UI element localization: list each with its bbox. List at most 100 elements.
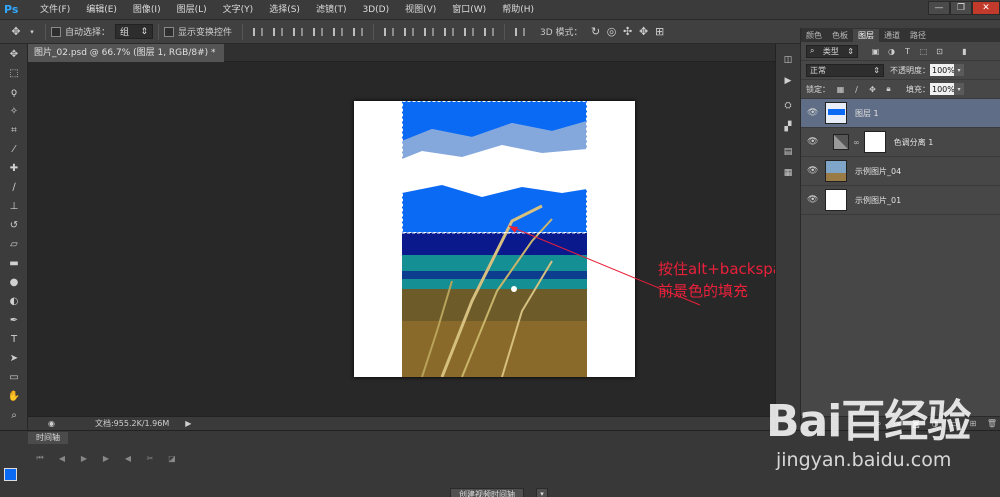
3d-roll-icon[interactable]: ◎ — [604, 24, 620, 40]
visibility-eye-icon[interactable]: 👁︎ — [807, 108, 821, 118]
minimize-button[interactable]: — — [928, 1, 950, 15]
eyedropper-tool-icon[interactable]: ⁄ — [4, 141, 24, 158]
magic-wand-tool-icon[interactable]: ✧ — [4, 103, 24, 120]
distribute-right-icon[interactable] — [482, 25, 496, 39]
zoom-tool-icon[interactable]: ⌕ — [4, 407, 24, 424]
distribute-top-icon[interactable] — [382, 25, 396, 39]
opacity-input[interactable]: 100% — [930, 64, 955, 76]
align-top-icon[interactable] — [251, 25, 265, 39]
auto-select-target-select[interactable]: 组 ⇕ — [115, 24, 154, 39]
layer-name[interactable]: 图层 1 — [855, 108, 879, 119]
create-video-timeline-button[interactable]: 创建视频时间轴 — [450, 488, 524, 497]
play-icon[interactable]: ▶ — [76, 451, 92, 465]
align-bottom-icon[interactable] — [291, 25, 305, 39]
menu-select[interactable]: 选择(S) — [261, 0, 308, 20]
notes-panel-icon[interactable]: ▦ — [780, 165, 796, 180]
status-menu-icon[interactable]: ◉ — [48, 419, 55, 428]
next-frame-icon[interactable]: ▶ — [98, 451, 114, 465]
status-arrow-icon[interactable]: ▶ — [185, 419, 191, 428]
distribute-bottom-icon[interactable] — [422, 25, 436, 39]
layer-row[interactable]: 👁︎ 图层 1 — [801, 99, 1000, 128]
go-to-first-frame-icon[interactable]: ⏮ — [32, 451, 48, 465]
fill-slider-arrow-icon[interactable]: ▾ — [954, 83, 964, 95]
distribute-left-icon[interactable] — [442, 25, 456, 39]
lasso-tool-icon[interactable]: ϙ — [4, 84, 24, 101]
menu-image[interactable]: 图像(I) — [125, 0, 169, 20]
layer-row[interactable]: 👁︎ 示例图片_01 — [801, 186, 1000, 215]
layer-name[interactable]: 示例图片_01 — [855, 195, 901, 206]
crop-tool-icon[interactable]: ⌗ — [4, 122, 24, 139]
menu-view[interactable]: 视图(V) — [397, 0, 444, 20]
move-tool-icon[interactable]: ✥ — [4, 46, 24, 63]
layer-filter-select[interactable]: ⌕ 类型 ⇕ — [806, 44, 858, 58]
3d-rotate-icon[interactable]: ↻ — [588, 24, 604, 40]
blend-mode-select[interactable]: 正常 ⇕ — [806, 63, 884, 77]
history-brush-tool-icon[interactable]: ↺ — [4, 217, 24, 234]
blur-tool-icon[interactable]: ● — [4, 274, 24, 291]
clone-stamp-tool-icon[interactable]: ⊥ — [4, 198, 24, 215]
hand-tool-icon[interactable]: ✋ — [4, 388, 24, 405]
filter-type-icon[interactable]: T — [902, 46, 913, 57]
tool-preset-dropdown-icon[interactable]: ▾ — [24, 24, 40, 40]
menu-filter[interactable]: 滤镜(T) — [308, 0, 355, 20]
lock-transparent-icon[interactable]: ▦ — [835, 84, 846, 95]
tab-paths[interactable]: 路径 — [905, 29, 931, 42]
path-selection-tool-icon[interactable]: ➤ — [4, 350, 24, 367]
menu-type[interactable]: 文字(Y) — [215, 0, 262, 20]
previous-frame-icon[interactable]: ◀ — [54, 451, 70, 465]
visibility-eye-icon[interactable]: 👁︎ — [807, 195, 821, 205]
tab-color[interactable]: 颜色 — [801, 29, 827, 42]
shape-tool-icon[interactable]: ▭ — [4, 369, 24, 386]
filter-shape-icon[interactable]: ⬚ — [918, 46, 929, 57]
document-tab[interactable]: 图片_02.psd @ 66.7% (图层 1, RGB/8#) * — [28, 44, 224, 62]
tab-swatches[interactable]: 色板 — [827, 29, 853, 42]
filter-toggle-icon[interactable]: ▮ — [959, 46, 970, 57]
lock-all-icon[interactable]: 🔒︎ — [883, 84, 894, 95]
foreground-color-swatch[interactable] — [4, 468, 17, 481]
actions-panel-icon[interactable]: ▶ — [780, 73, 796, 88]
timeline-tab[interactable]: 时间轴 — [28, 432, 68, 444]
close-button[interactable]: ✕ — [972, 1, 1000, 15]
pen-tool-icon[interactable]: ✒ — [4, 312, 24, 329]
align-left-icon[interactable] — [311, 25, 325, 39]
auto-align-icon[interactable] — [513, 25, 527, 39]
3d-pan-icon[interactable]: ✣ — [620, 24, 636, 40]
menu-edit[interactable]: 编辑(E) — [78, 0, 125, 20]
3d-slide-icon[interactable]: ✥ — [636, 24, 652, 40]
scissors-icon[interactable]: ✂ — [142, 451, 158, 465]
marquee-tool-icon[interactable]: ⬚ — [4, 65, 24, 82]
visibility-eye-icon[interactable]: 👁︎ — [807, 137, 821, 147]
align-vcenter-icon[interactable] — [271, 25, 285, 39]
styles-panel-icon[interactable]: ▞ — [780, 119, 796, 134]
history-panel-icon[interactable]: ◫ — [780, 52, 796, 67]
chevron-down-icon[interactable]: ▾ — [536, 488, 548, 497]
properties-panel-icon[interactable]: ▤ — [780, 144, 796, 159]
lock-position-icon[interactable]: ✥ — [867, 84, 878, 95]
menu-layer[interactable]: 图层(L) — [169, 0, 215, 20]
visibility-eye-icon[interactable]: 👁︎ — [807, 166, 821, 176]
menu-file[interactable]: 文件(F) — [32, 0, 78, 20]
gradient-tool-icon[interactable]: ▬ — [4, 255, 24, 272]
layer-name[interactable]: 示例图片_04 — [855, 166, 901, 177]
layer-row[interactable]: 👁︎ 示例图片_04 — [801, 157, 1000, 186]
filter-adjustment-icon[interactable]: ◑ — [886, 46, 897, 57]
lock-image-icon[interactable]: ∕ — [851, 84, 862, 95]
filter-smart-object-icon[interactable]: ⊡ — [934, 46, 945, 57]
opacity-slider-arrow-icon[interactable]: ▾ — [954, 64, 964, 76]
align-hcenter-icon[interactable] — [331, 25, 345, 39]
distribute-vcenter-icon[interactable] — [402, 25, 416, 39]
filter-pixel-icon[interactable]: ▣ — [870, 46, 881, 57]
layer-row[interactable]: 👁︎ ∞ 色调分离 1 — [801, 128, 1000, 157]
distribute-hcenter-icon[interactable] — [462, 25, 476, 39]
brush-tool-icon[interactable]: ∕ — [4, 179, 24, 196]
audio-icon[interactable]: ◀ — [120, 451, 136, 465]
menu-3d[interactable]: 3D(D) — [354, 0, 397, 20]
transition-icon[interactable]: ◪ — [164, 451, 180, 465]
tab-channels[interactable]: 通道 — [879, 29, 905, 42]
move-tool-icon[interactable]: ✥ — [8, 24, 24, 40]
menu-help[interactable]: 帮助(H) — [494, 0, 542, 20]
auto-select-checkbox[interactable] — [51, 26, 61, 37]
healing-brush-tool-icon[interactable]: ✚ — [4, 160, 24, 177]
canvas-workspace[interactable] — [28, 62, 798, 416]
zoom-level-field[interactable] — [34, 419, 44, 429]
